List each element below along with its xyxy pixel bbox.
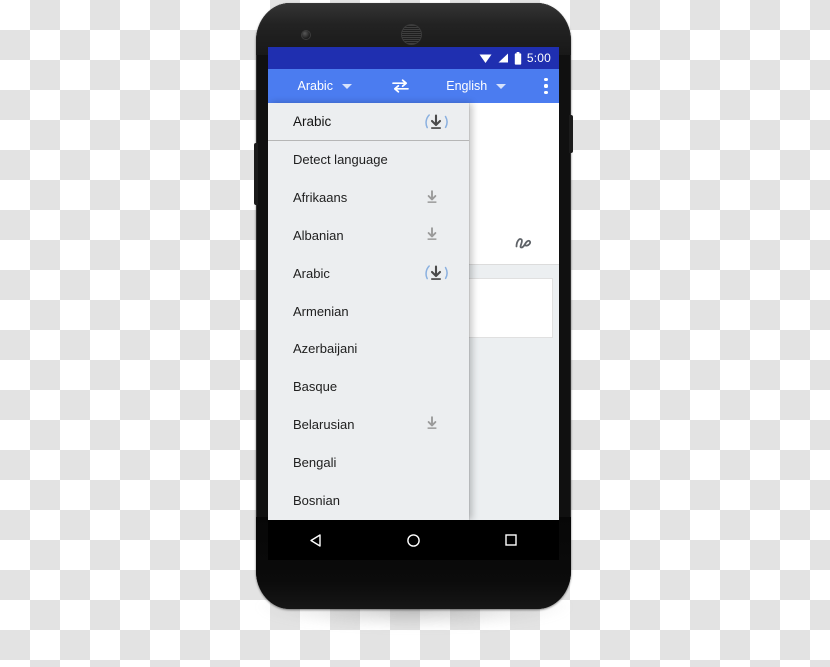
language-list-item-label: Afrikaans [293, 190, 348, 206]
chevron-down-icon [341, 83, 352, 89]
dropdown-selected-item[interactable]: Arabic [268, 103, 469, 141]
download-progress-icon[interactable] [421, 107, 451, 137]
back-button[interactable] [295, 520, 339, 560]
language-list-item-label: Albanian [293, 227, 344, 243]
download-icon[interactable] [423, 189, 441, 207]
power-button[interactable] [569, 115, 573, 153]
download-icon[interactable] [423, 415, 441, 433]
phone-device-frame: 5:00 Arabic English Arabic Detect langua… [254, 3, 573, 609]
language-list-item[interactable]: Afrikaans [268, 179, 469, 217]
language-list-item-label: Basque [293, 379, 338, 395]
recents-button[interactable] [489, 520, 533, 560]
source-language-label: Arabic [297, 79, 333, 93]
cellular-signal-icon [498, 53, 508, 63]
language-list-item[interactable]: Armenian [268, 292, 469, 330]
language-list-item[interactable]: Azerbaijani [268, 330, 469, 368]
overflow-dot [544, 90, 548, 94]
wifi-icon [479, 54, 492, 63]
language-list-item-label: Azerbaijani [293, 341, 358, 357]
language-list-item-label: Armenian [293, 303, 349, 319]
language-list-item-label: Detect language [293, 152, 388, 168]
download-progress-icon[interactable] [421, 258, 451, 288]
source-language-selector[interactable]: Arabic [268, 69, 382, 103]
handwriting-input-icon[interactable] [513, 232, 537, 252]
language-list-item[interactable]: Basque [268, 368, 469, 406]
status-bar: 5:00 [268, 47, 559, 69]
android-navigation-bar [268, 520, 559, 560]
device-screen: 5:00 Arabic English Arabic Detect langua… [268, 47, 559, 520]
overflow-dot [544, 78, 548, 82]
language-dropdown-list[interactable]: Arabic Detect language Afrikaans Albanian A… [268, 103, 469, 520]
target-language-selector[interactable]: English [420, 69, 534, 103]
dropdown-selected-label: Arabic [293, 114, 332, 129]
volume-rocker-button[interactable] [254, 143, 258, 205]
status-bar-clock: 5:00 [526, 51, 551, 65]
chevron-down-icon [496, 83, 507, 89]
language-list-item[interactable]: Arabic [268, 254, 469, 292]
target-language-label: English [446, 79, 488, 93]
recents-square-icon [504, 534, 517, 546]
front-camera-icon [302, 31, 310, 39]
overflow-dot [544, 84, 548, 88]
language-list-item[interactable]: Bosnian [268, 481, 469, 519]
swap-languages-button[interactable] [382, 69, 420, 103]
language-list-item-label: Bosnian [293, 492, 340, 508]
language-list-item-label: Arabic [293, 265, 330, 281]
download-icon[interactable] [423, 226, 441, 244]
language-list-item-label: Bengali [293, 454, 337, 470]
overflow-menu-button[interactable] [533, 69, 559, 103]
back-triangle-icon [310, 533, 321, 547]
swap-languages-icon [392, 79, 409, 93]
home-circle-icon [407, 533, 420, 547]
language-list-item[interactable]: Detect language [268, 141, 469, 179]
earpiece-speaker-icon [402, 25, 421, 44]
home-button[interactable] [392, 520, 436, 560]
language-list-item[interactable]: Albanian [268, 217, 469, 255]
language-list-item[interactable]: Bengali [268, 443, 469, 481]
language-rows-container: Detect language Afrikaans Albanian Arabic Ar… [268, 141, 469, 519]
battery-icon [514, 51, 522, 65]
language-list-item-label: Belarusian [293, 416, 355, 432]
language-list-item[interactable]: Belarusian [268, 406, 469, 444]
translate-toolbar: Arabic English [268, 69, 559, 103]
